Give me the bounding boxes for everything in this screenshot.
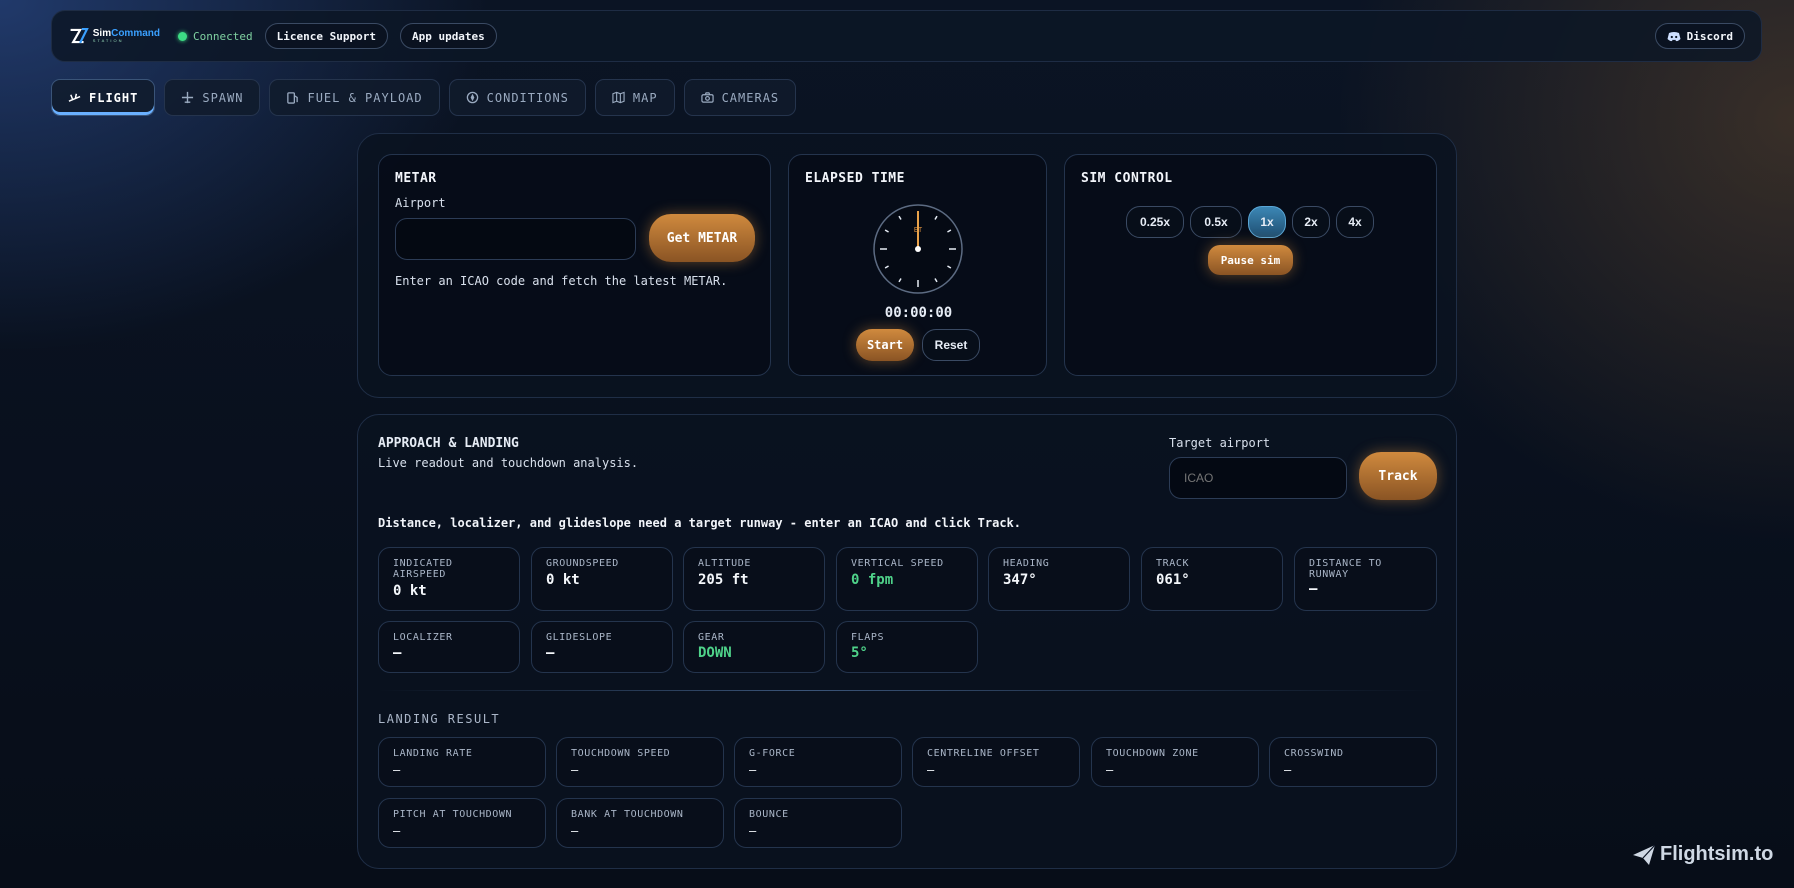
result-touchdown-speed: TOUCHDOWN SPEED — <box>556 737 724 787</box>
compass-icon <box>466 91 478 104</box>
approach-landing-panel: APPROACH & LANDING Live readout and touc… <box>357 414 1457 869</box>
elapsed-time-dial: ET <box>873 204 963 294</box>
tab-cameras[interactable]: CAMERAS <box>683 79 797 116</box>
sim-speed-2x-button[interactable]: 2x <box>1292 206 1330 238</box>
sim-speed-1x-button[interactable]: 1x <box>1248 206 1286 238</box>
result-bounce: BOUNCE — <box>734 798 902 848</box>
tab-label: CAMERAS <box>721 90 780 105</box>
discord-button[interactable]: Discord <box>1654 23 1745 49</box>
readout-distance-to-runway: DISTANCE TO RUNWAY — <box>1294 547 1437 611</box>
metar-hint: Enter an ICAO code and fetch the latest … <box>395 274 728 288</box>
sim-speed-05x-button[interactable]: 0.5x <box>1190 206 1242 238</box>
result-crosswind: CROSSWIND — <box>1269 737 1437 787</box>
watermark-text: Flightsim.to <box>1660 843 1774 865</box>
tab-conditions[interactable]: CONDITIONS <box>448 79 586 116</box>
map-icon <box>612 91 625 104</box>
readout-indicated-airspeed: INDICATED AIRSPEED 0 kt <box>378 547 520 611</box>
readout-flaps: FLAPS 5° <box>836 621 978 673</box>
readout-altitude: ALTITUDE 205 ft <box>683 547 825 611</box>
discord-button-label: Discord <box>1686 29 1733 43</box>
tab-label: FUEL & PAYLOAD <box>307 90 423 105</box>
licence-support-button[interactable]: Licence Support <box>264 23 388 49</box>
elapsed-time-readout: 00:00:00 <box>884 305 953 321</box>
result-landing-rate: LANDING RATE — <box>378 737 546 787</box>
camera-icon <box>700 92 714 103</box>
readout-track: TRACK 061° <box>1141 547 1283 611</box>
sim-control-card: SIM CONTROL 0.25x 0.5x 1x 2x 4x Pause si… <box>1064 154 1437 376</box>
readout-localizer: LOCALIZER — <box>378 621 520 673</box>
readout-heading: HEADING 347° <box>988 547 1130 611</box>
tab-spawn[interactable]: SPAWN <box>164 79 261 116</box>
tab-label: SPAWN <box>202 90 244 105</box>
tab-label: CONDITIONS <box>486 90 569 105</box>
result-pitch-at-touchdown: PITCH AT TOUCHDOWN — <box>378 798 546 848</box>
tab-fuel-payload[interactable]: FUEL & PAYLOAD <box>269 79 440 116</box>
metar-airport-input[interactable] <box>395 218 636 260</box>
flightsim-watermark: Flightsim.to <box>1632 843 1773 866</box>
landing-result-title: LANDING RESULT <box>378 712 501 726</box>
sim-speed-4x-button[interactable]: 4x <box>1336 206 1374 238</box>
result-centreline-offset: CENTRELINE OFFSET — <box>912 737 1080 787</box>
pause-sim-button[interactable]: Pause sim <box>1208 245 1293 275</box>
readout-gear: GEAR DOWN <box>683 621 825 673</box>
readout-glideslope: GLIDESLOPE — <box>531 621 673 673</box>
get-metar-button[interactable]: Get METAR <box>649 214 755 262</box>
airport-label: Airport <box>395 196 446 210</box>
simcommand-logo: SimCommand STATION <box>68 24 160 48</box>
elapsed-time-card: ELAPSED TIME ET 00:00:00 Start Reset <box>788 154 1047 376</box>
top-bar: SimCommand STATION Connected Licence Sup… <box>51 10 1762 62</box>
section-divider <box>378 690 1437 691</box>
result-bank-at-touchdown: BANK AT TOUCHDOWN — <box>556 798 724 848</box>
paper-plane-icon <box>1633 844 1656 865</box>
sim-speed-025x-button[interactable]: 0.25x <box>1126 206 1184 238</box>
main-tabs: FLIGHT SPAWN FUEL & PAYLOAD CONDITIONS M… <box>51 79 797 116</box>
connection-status: Connected <box>178 30 253 43</box>
target-airport-label: Target airport <box>1169 436 1271 450</box>
readout-vertical-speed: VERTICAL SPEED 0 fpm <box>836 547 978 611</box>
track-button[interactable]: Track <box>1359 452 1437 500</box>
connection-status-label: Connected <box>193 29 253 43</box>
fuel-icon <box>287 92 299 104</box>
target-airport-input[interactable] <box>1169 457 1347 499</box>
app-updates-button[interactable]: App updates <box>399 23 497 49</box>
result-touchdown-zone: TOUCHDOWN ZONE — <box>1091 737 1259 787</box>
reset-timer-button[interactable]: Reset <box>922 329 980 361</box>
elapsed-time-title: ELAPSED TIME <box>805 171 905 186</box>
dial-hub <box>915 246 921 252</box>
tab-map[interactable]: MAP <box>594 79 675 116</box>
metar-title: METAR <box>395 171 437 186</box>
approach-title: APPROACH & LANDING <box>378 436 519 451</box>
tab-label: FLIGHT <box>89 90 139 105</box>
status-dot-icon <box>178 31 187 41</box>
metar-card: METAR Airport Get METAR Enter an ICAO co… <box>378 154 771 376</box>
logo-mark-icon <box>70 28 89 44</box>
tools-panel: METAR Airport Get METAR Enter an ICAO co… <box>357 133 1457 398</box>
result-g-force: G-FORCE — <box>734 737 902 787</box>
start-timer-button[interactable]: Start <box>856 329 914 361</box>
readout-groundspeed: GROUNDSPEED 0 kt <box>531 547 673 611</box>
plane-icon <box>182 91 194 104</box>
approach-subtitle: Live readout and touchdown analysis. <box>378 456 639 470</box>
tab-flight[interactable]: FLIGHT <box>51 79 156 116</box>
sim-control-title: SIM CONTROL <box>1081 171 1173 186</box>
approach-notice: Distance, localizer, and glideslope need… <box>378 516 1021 530</box>
tab-label: MAP <box>632 90 658 105</box>
discord-icon <box>1667 31 1681 41</box>
plane-takeoff-icon <box>68 93 81 102</box>
